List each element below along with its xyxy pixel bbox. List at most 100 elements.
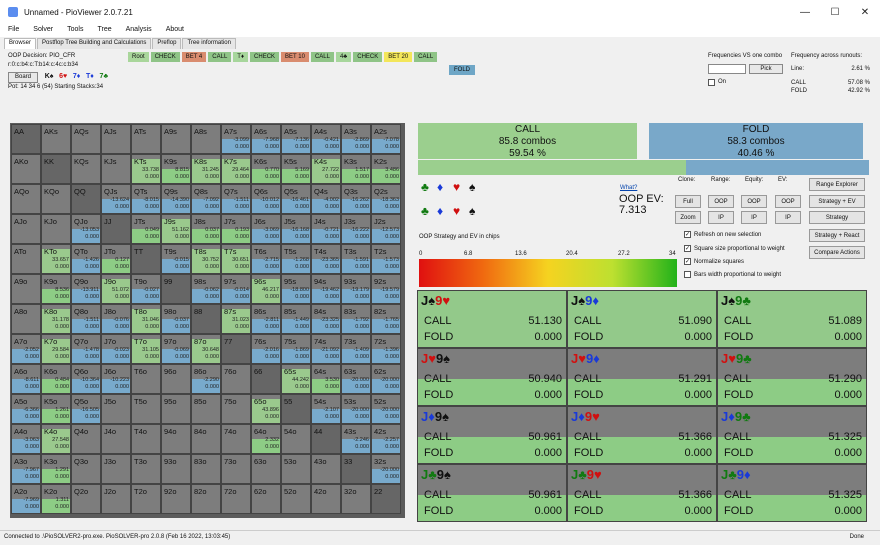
hand-cell[interactable]: 42o [311, 484, 341, 514]
hand-cell[interactable]: A9s [161, 124, 191, 154]
hand-cell[interactable]: K7s 29.464 0.000 [221, 154, 251, 184]
bars-width-checkbox[interactable]: Bars width proportional to weight [684, 271, 781, 278]
hand-cell[interactable]: 76s -2.016 0.000 [251, 334, 281, 364]
hand-cell[interactable]: J6o -10.223 0.000 [101, 364, 131, 394]
hand-cell[interactable]: KTo 33.657 0.000 [41, 244, 71, 274]
fold-summary[interactable]: FOLD 58.3 combos 40.46 % [649, 123, 863, 159]
hand-cell[interactable]: T8s 30.752 0.000 [191, 244, 221, 274]
maximize-button[interactable]: ☐ [820, 0, 850, 24]
hand-cell[interactable]: T5s -1.268 0.000 [281, 244, 311, 274]
hand-cell[interactable]: 83s -1.792 0.000 [341, 304, 371, 334]
hand-cell[interactable]: K3o 1.291 0.000 [41, 454, 71, 484]
hand-cell[interactable]: 73s -1.409 0.000 [341, 334, 371, 364]
checkbox-box[interactable]: ✓ [684, 231, 691, 238]
hand-cell[interactable]: J9o 51.072 0.000 [101, 274, 131, 304]
hand-cell[interactable]: 52s -20.000 0.000 [371, 394, 401, 424]
hand-cell[interactable]: 52o [281, 484, 311, 514]
hand-cell[interactable]: A7s -3.099 0.000 [221, 124, 251, 154]
hand-cell[interactable]: J8o -0.076 0.000 [101, 304, 131, 334]
hand-cell[interactable]: QJs -13.624 0.000 [101, 184, 131, 214]
close-button[interactable]: ✕ [850, 0, 880, 24]
hand-cell[interactable]: 82o [191, 484, 221, 514]
hand-cell[interactable]: J3o [101, 454, 131, 484]
hand-cell[interactable]: T6s -2.715 0.000 [251, 244, 281, 274]
hand-cell[interactable]: Q7s -1.511 0.000 [221, 184, 251, 214]
hand-cell[interactable]: J5s -16.168 0.000 [281, 214, 311, 244]
hand-cell[interactable]: 75s -1.869 0.000 [281, 334, 311, 364]
hand-cell[interactable]: 77 [221, 334, 251, 364]
hand-cell[interactable]: 99 [161, 274, 191, 304]
hand-cell[interactable]: 43s -2.246 0.000 [341, 424, 371, 454]
hand-cell[interactable]: AKo [11, 154, 41, 184]
hand-cell[interactable]: J8s 0.037 0.000 [191, 214, 221, 244]
hand-cell[interactable]: K4o 27.548 0.000 [41, 424, 71, 454]
strategy-ev-button[interactable]: Strategy + EV [809, 195, 865, 208]
hand-cell[interactable]: T9o -0.027 0.000 [131, 274, 161, 304]
tab-tree-information[interactable]: Tree information [182, 38, 236, 49]
hand-cell[interactable]: 88 [191, 304, 221, 334]
hand-cell[interactable]: 66 [251, 364, 281, 394]
hand-cell[interactable]: Q4o [71, 424, 101, 454]
club-icon[interactable]: ♣ [421, 204, 429, 218]
hand-cell[interactable]: QJo -13.053 0.000 [71, 214, 101, 244]
equity-oop-button[interactable]: OOP [741, 195, 767, 208]
hand-cell[interactable]: 97s -0.014 0.000 [221, 274, 251, 304]
heart-icon[interactable]: ♥ [453, 204, 460, 218]
hand-cell[interactable]: A4s -0.421 0.000 [311, 124, 341, 154]
tab-browser[interactable]: Browser [4, 38, 37, 49]
action-fold[interactable]: FOLD [449, 65, 476, 75]
action-call-3[interactable]: CALL [414, 52, 438, 62]
hand-cell[interactable]: KJs [101, 154, 131, 184]
hand-cell[interactable]: K5o 1.261 0.000 [41, 394, 71, 424]
hand-cell[interactable]: A5s -7.136 0.000 [281, 124, 311, 154]
on-checkbox-row[interactable]: On [708, 78, 726, 87]
combo-card[interactable]: J♣9♥ CALL 51.366 FOLD 0.000 [567, 464, 717, 522]
hand-cell[interactable]: J9s 51.162 0.000 [161, 214, 191, 244]
hand-cell[interactable]: 95s -18.800 0.000 [281, 274, 311, 304]
hand-cell[interactable]: Q6o -10.364 0.000 [71, 364, 101, 394]
hand-cell[interactable]: 74o [221, 424, 251, 454]
combo-card[interactable]: J♠9♦ CALL 51.090 FOLD 0.000 [567, 290, 717, 348]
what-link[interactable]: What? [620, 185, 637, 191]
hand-cell[interactable]: JTs 0.049 0.000 [131, 214, 161, 244]
diamond-icon[interactable]: ♦ [437, 180, 443, 194]
tab-postflop-tree[interactable]: Postflop Tree Building and Calculations [37, 38, 152, 49]
menu-tools[interactable]: Tools [59, 24, 89, 37]
hand-cell[interactable]: 84s -23.325 0.000 [311, 304, 341, 334]
hand-cell[interactable]: AJo [11, 214, 41, 244]
checkbox-box[interactable]: ✓ [684, 245, 691, 252]
menu-about[interactable]: About [158, 24, 190, 37]
action-turn-card[interactable]: T♦ [233, 52, 249, 62]
hand-cell[interactable]: J6s -3.069 0.000 [251, 214, 281, 244]
hand-cell[interactable]: J2s -12.573 0.000 [371, 214, 401, 244]
hand-cell[interactable]: 97o -0.069 0.000 [161, 334, 191, 364]
strategy-button[interactable]: Strategy [809, 211, 865, 224]
action-call-1[interactable]: CALL [208, 52, 232, 62]
combo-card[interactable]: J♠9♥ CALL 51.130 FOLD 0.000 [417, 290, 567, 348]
call-summary[interactable]: CALL 85.8 combos 59.54 % [418, 123, 637, 159]
hand-cell[interactable]: 94s -19.462 0.000 [311, 274, 341, 304]
hand-cell[interactable]: 32o [341, 484, 371, 514]
hand-cell[interactable]: Q9s -14.390 0.000 [161, 184, 191, 214]
hand-cell[interactable]: KTs 33.738 0.000 [131, 154, 161, 184]
minimize-button[interactable]: — [790, 0, 820, 24]
hand-cell[interactable]: K6s 0.770 0.000 [251, 154, 281, 184]
hand-cell[interactable]: T8o 31.046 0.000 [131, 304, 161, 334]
checkbox-box[interactable] [684, 271, 691, 278]
club-icon[interactable]: ♣ [421, 180, 429, 194]
hand-cell[interactable]: Q3o [71, 454, 101, 484]
hand-cell[interactable]: T3s -1.591 0.000 [341, 244, 371, 274]
hand-cell[interactable]: K9s 8.815 0.000 [161, 154, 191, 184]
hand-cell[interactable]: A5o -6.366 0.000 [11, 394, 41, 424]
hand-cell[interactable]: J3s -16.222 0.000 [341, 214, 371, 244]
combo-card[interactable]: J♦9♠ CALL 50.961 FOLD 0.000 [417, 406, 567, 464]
hand-cell[interactable]: 98o -0.037 0.000 [161, 304, 191, 334]
combo-input[interactable] [708, 64, 746, 74]
hand-cell[interactable]: Q4s -4.002 0.000 [311, 184, 341, 214]
normalize-checkbox[interactable]: ✓ Normalize squares [684, 258, 744, 265]
menu-tree[interactable]: Tree [89, 24, 117, 37]
hand-cell[interactable]: 72o [221, 484, 251, 514]
compare-actions-button[interactable]: Compare Actions [809, 246, 865, 259]
hand-cell[interactable]: 87o 30.648 0.000 [191, 334, 221, 364]
hand-cell[interactable]: 84o [191, 424, 221, 454]
